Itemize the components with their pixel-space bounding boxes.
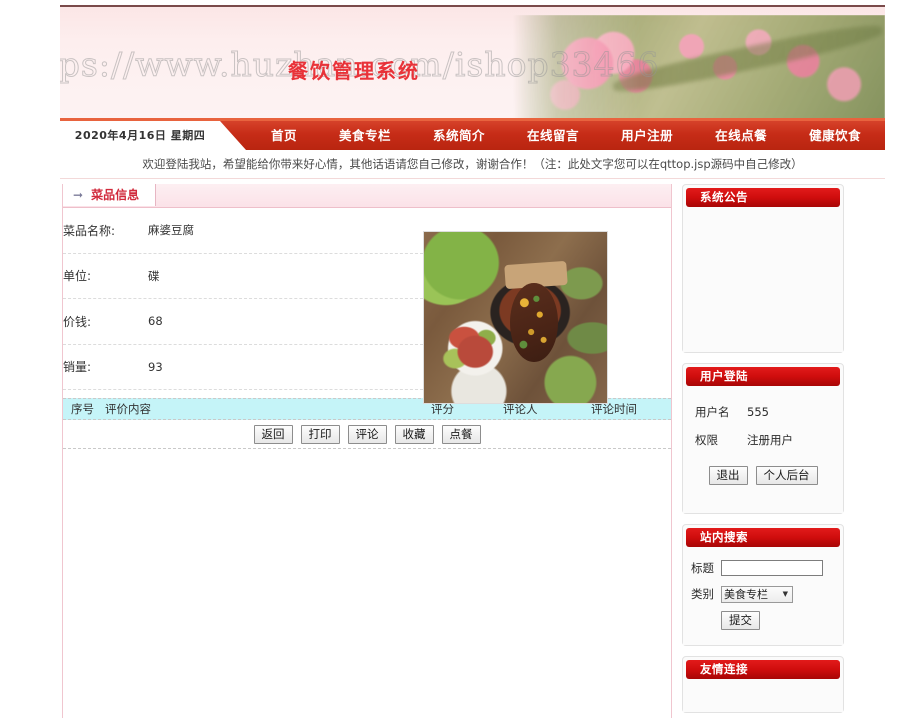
- panel-friend-links-title: 友情连接: [686, 660, 840, 679]
- favorite-button[interactable]: 收藏: [394, 424, 434, 444]
- panel-user-login-body: 用户名 555 权限 注册用户 退出 个人后台: [683, 386, 843, 513]
- nav-item-online-order[interactable]: 在线点餐: [694, 121, 788, 150]
- nav-date-label: 2020年4月16日 星期四: [60, 121, 220, 150]
- panel-user-login-title: 用户登陆: [686, 367, 840, 386]
- dish-field-list: 菜品名称: 麻婆豆腐 单位: 碟 价钱: 68 销量: 93: [63, 208, 423, 390]
- field-row-unit: 单位: 碟: [63, 254, 423, 299]
- search-label-title: 标题: [691, 561, 714, 575]
- nav-item-online-message[interactable]: 在线留言: [506, 121, 600, 150]
- login-row-username: 用户名 555: [683, 398, 843, 426]
- search-row-category: 类别 美食专栏 ▼: [683, 581, 843, 607]
- welcome-notice: 欢迎登陆我站，希望能给你带来好心情，其他话语请您自己修改，谢谢合作！（注：此处文…: [60, 150, 885, 179]
- field-label-price: 价钱:: [63, 314, 92, 329]
- nav-item-system-intro[interactable]: 系统简介: [412, 121, 506, 150]
- comment-button[interactable]: 评论: [347, 424, 387, 444]
- main-content-panel: ➞ 菜品信息 菜品名称: 麻婆豆腐 单位: 碟 价钱: 68 销量: 93 序号…: [62, 184, 672, 718]
- field-label-unit: 单位:: [63, 269, 92, 284]
- login-row-role: 权限 注册用户: [683, 426, 843, 454]
- search-submit-wrap: 提交: [683, 611, 843, 630]
- login-label-username: 用户名: [695, 405, 730, 419]
- field-row-sales: 销量: 93: [63, 345, 423, 390]
- order-button[interactable]: 点餐: [441, 424, 481, 444]
- panel-friend-links: 友情连接: [682, 656, 844, 713]
- panel-user-login: 用户登陆 用户名 555 权限 注册用户 退出 个人后台: [682, 363, 844, 514]
- field-value-price: 68: [148, 314, 163, 329]
- login-value-username: 555: [747, 405, 769, 419]
- nav-item-food-culture[interactable]: 美食文化: [882, 121, 900, 150]
- login-value-role: 注册用户: [747, 433, 793, 447]
- nav-item-healthy-diet[interactable]: 健康饮食: [788, 121, 882, 150]
- banner-blossom-image: [513, 15, 885, 120]
- arrow-right-icon: ➞: [73, 188, 84, 202]
- search-label-category: 类别: [691, 587, 714, 601]
- search-category-select[interactable]: 美食专栏 ▼: [721, 585, 793, 603]
- nav-item-home[interactable]: 首页: [250, 121, 318, 150]
- field-value-dish-name: 麻婆豆腐: [148, 223, 194, 238]
- nav-date-slant-decoration: [220, 121, 246, 150]
- field-label-dish-name: 菜品名称:: [63, 223, 116, 238]
- nav-item-user-register[interactable]: 用户注册: [600, 121, 694, 150]
- logout-button[interactable]: 退出: [708, 466, 748, 485]
- page-root: https://www.huzhan.com/ishop33466 餐饮管理系统…: [0, 0, 900, 720]
- chevron-down-icon: ▼: [782, 590, 788, 598]
- login-button-group: 退出 个人后台: [683, 466, 843, 485]
- site-banner: https://www.huzhan.com/ishop33466 餐饮管理系统: [60, 5, 885, 120]
- back-button[interactable]: 返回: [253, 424, 293, 444]
- field-row-price: 价钱: 68: [63, 299, 423, 345]
- field-row-dish-name: 菜品名称: 麻婆豆腐: [63, 208, 423, 254]
- tab-dish-info[interactable]: ➞ 菜品信息: [63, 184, 157, 206]
- panel-system-notice-title: 系统公告: [686, 188, 840, 207]
- nav-item-food-column[interactable]: 美食专栏: [318, 121, 412, 150]
- nav-link-list: 首页 美食专栏 系统简介 在线留言 用户注册 在线点餐 健康饮食 美食文化 后台: [250, 121, 900, 150]
- login-label-role: 权限: [695, 433, 718, 447]
- tab-strip: ➞ 菜品信息: [63, 184, 671, 208]
- panel-site-search-title: 站内搜索: [686, 528, 840, 547]
- main-navigation: 2020年4月16日 星期四 首页 美食专栏 系统简介 在线留言 用户注册 在线…: [60, 118, 885, 150]
- dish-action-buttons: 返回 打印 评论 收藏 点餐: [63, 420, 671, 449]
- search-category-selected-value: 美食专栏: [724, 588, 768, 601]
- print-button[interactable]: 打印: [300, 424, 340, 444]
- field-value-sales: 93: [148, 359, 163, 374]
- right-sidebar: 系统公告 用户登陆 用户名 555 权限 注册用户 退出 个人后台 站内搜索 标…: [682, 184, 844, 723]
- panel-site-search-body: 标题 类别 美食专栏 ▼ 提交: [683, 547, 843, 645]
- search-submit-button[interactable]: 提交: [721, 611, 760, 630]
- site-title: 餐饮管理系统: [288, 59, 420, 83]
- dish-photo: [423, 231, 608, 404]
- search-row-title: 标题: [683, 555, 843, 581]
- column-header-content: 评价内容: [105, 402, 151, 416]
- dish-detail-area: 菜品名称: 麻婆豆腐 单位: 碟 价钱: 68 销量: 93: [63, 208, 671, 404]
- panel-system-notice-body: [683, 207, 843, 352]
- tab-dish-info-label: 菜品信息: [91, 188, 140, 202]
- column-header-index: 序号: [71, 402, 94, 416]
- field-value-unit: 碟: [148, 268, 160, 283]
- panel-system-notice: 系统公告: [682, 184, 844, 353]
- panel-friend-links-body: [683, 679, 843, 712]
- field-label-sales: 销量:: [63, 360, 92, 375]
- panel-site-search: 站内搜索 标题 类别 美食专栏 ▼ 提交: [682, 524, 844, 646]
- personal-backend-button[interactable]: 个人后台: [755, 466, 818, 485]
- search-title-input[interactable]: [721, 560, 823, 576]
